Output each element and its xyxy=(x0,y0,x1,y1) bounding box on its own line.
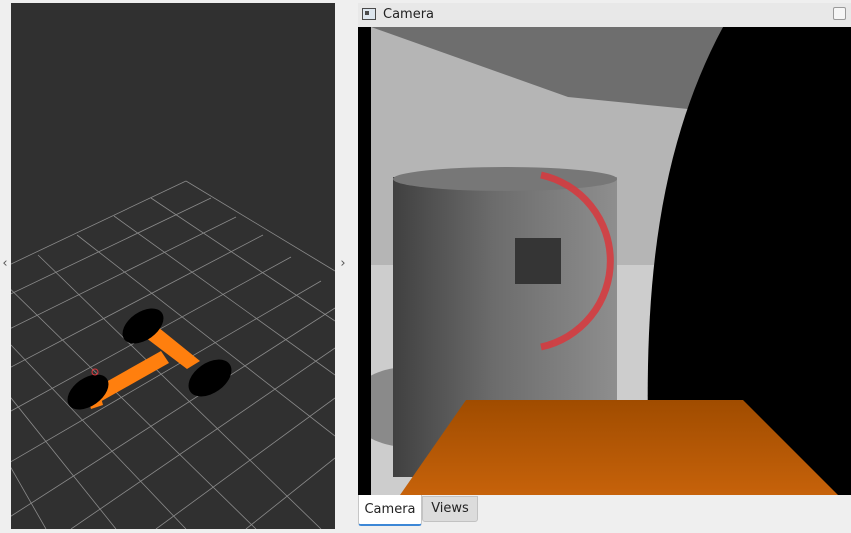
render-3d-viewport[interactable] xyxy=(11,3,335,529)
panel-camera-icon xyxy=(362,8,376,20)
camera-panel-titlebar[interactable]: Camera xyxy=(358,3,851,28)
camera-panel-title: Camera xyxy=(383,7,435,22)
robot-model xyxy=(67,308,232,410)
collapse-right-arrow-icon[interactable]: › xyxy=(338,257,348,271)
collapse-left-arrow-icon[interactable]: ‹ xyxy=(0,257,10,271)
camera-render xyxy=(358,27,851,495)
cylinder-top xyxy=(393,167,617,191)
scene-3d xyxy=(11,180,335,529)
cylinder-marker xyxy=(515,238,561,284)
tab-views[interactable]: Views xyxy=(422,496,478,522)
tab-camera[interactable]: Camera xyxy=(358,495,422,526)
undock-square-icon[interactable] xyxy=(833,7,846,20)
left-border xyxy=(358,27,371,495)
camera-image-view[interactable] xyxy=(358,27,851,495)
